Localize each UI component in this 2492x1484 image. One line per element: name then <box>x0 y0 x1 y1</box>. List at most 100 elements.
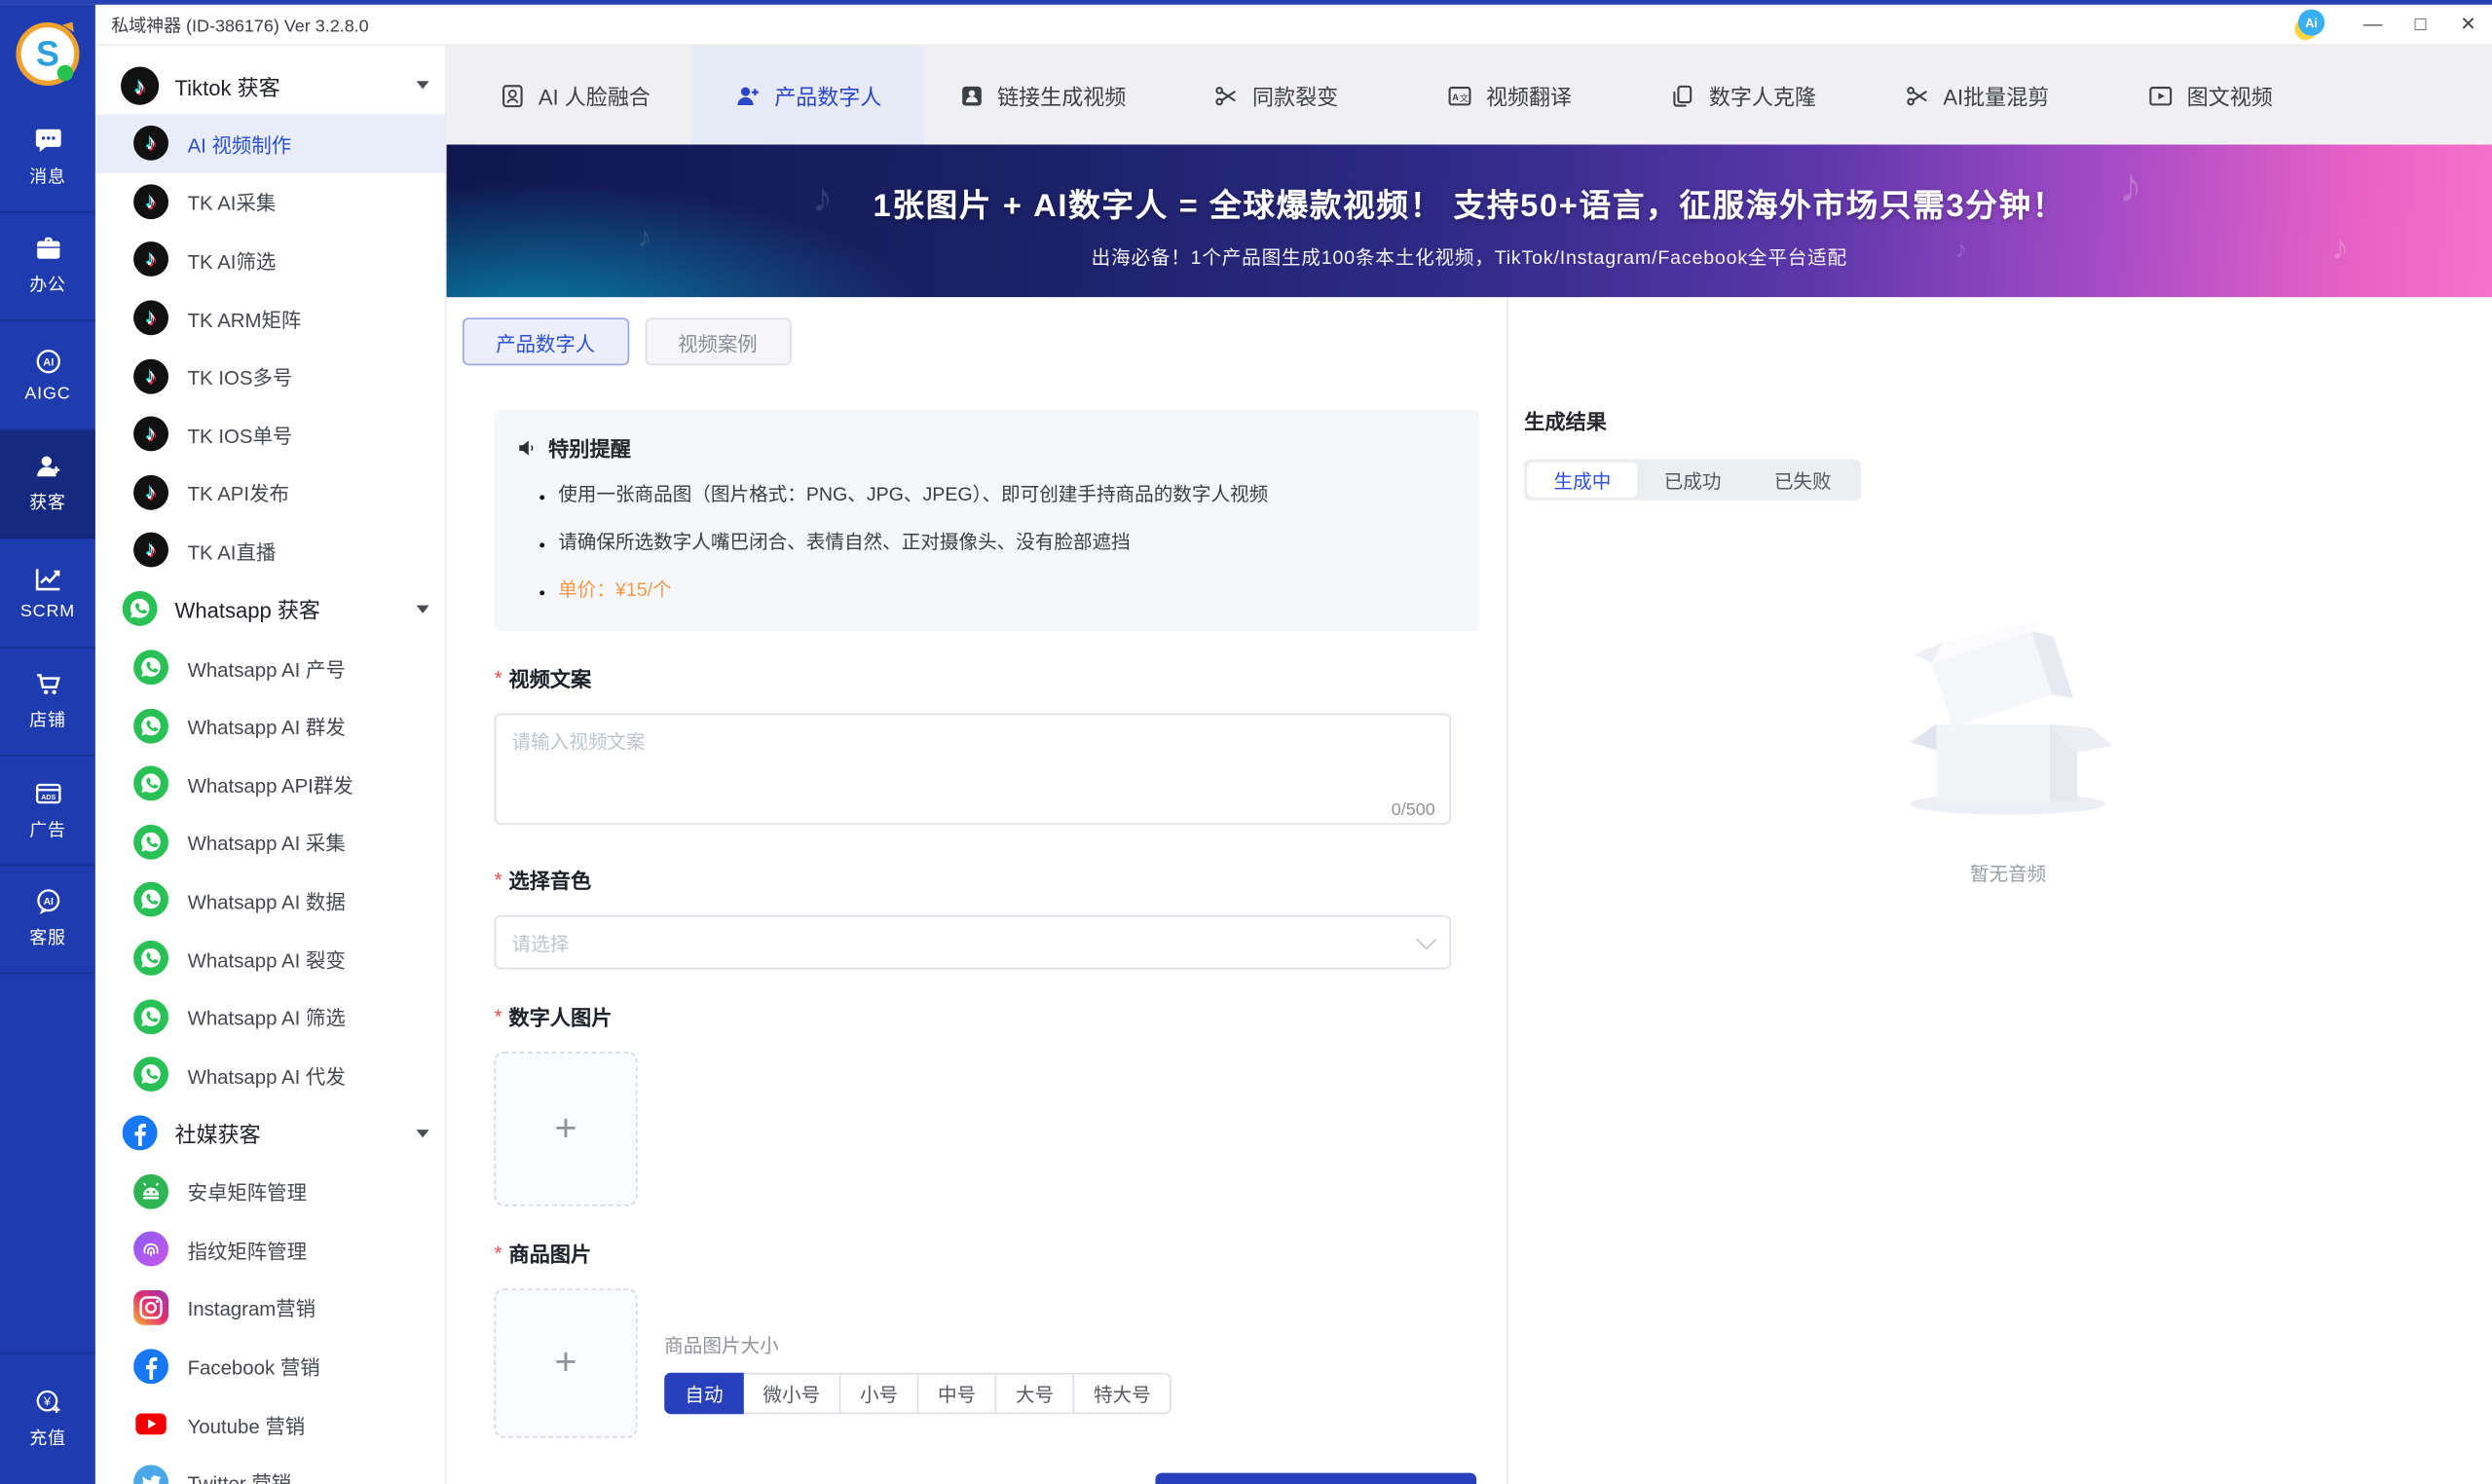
close-button[interactable]: ✕ <box>2444 5 2492 45</box>
minimize-button[interactable]: — <box>2349 5 2397 45</box>
chevron-down-icon <box>417 605 429 612</box>
rail-item-office[interactable]: 办公 <box>0 212 95 321</box>
sidebar-item-wa-filter[interactable]: Whatsapp AI 筛选 <box>95 987 445 1046</box>
whatsapp-icon <box>121 590 159 628</box>
tab-batch-remix[interactable]: AI批量混剪 <box>1859 46 2093 144</box>
line-chart-icon <box>32 564 62 594</box>
sidebar-item-facebook[interactable]: Facebook 营销 <box>95 1337 445 1395</box>
plus-icon: + <box>555 1341 577 1386</box>
results-tab-generating[interactable]: 生成中 <box>1527 463 1637 498</box>
script-textarea[interactable] <box>495 714 1451 825</box>
voice-select[interactable]: 请选择 <box>495 915 1451 969</box>
maximize-button[interactable]: □ <box>2397 5 2444 45</box>
sidebar-section-whatsapp[interactable]: Whatsapp 获客 <box>95 579 445 638</box>
shopping-cart-icon <box>32 669 62 699</box>
sidebar-item-tk-collect[interactable]: ♪ TK AI采集 <box>95 172 445 231</box>
tab-label: 数字人克隆 <box>1709 80 1816 112</box>
results-status-tabs: 生成中 已成功 已失败 <box>1524 460 1861 501</box>
speaker-icon <box>516 436 539 459</box>
whatsapp-icon <box>133 766 168 801</box>
view-tab-product-avatar[interactable]: 产品数字人 <box>463 317 629 365</box>
size-option-medium[interactable]: 中号 <box>917 1373 997 1414</box>
section-header-label: 社媒获客 <box>175 1117 417 1149</box>
sidebar-item-tk-filter[interactable]: ♪ TK AI筛选 <box>95 231 445 289</box>
ai-assistant-avatar[interactable]: Ai <box>2293 8 2326 41</box>
sidebar-item-twitter[interactable]: Twitter 营销 <box>95 1453 445 1484</box>
rail-label: 充值 <box>29 1426 66 1451</box>
banner-subtitle: 出海必备！1个产品图生成100条本土化视频，TikTok/Instagram/F… <box>447 243 2492 271</box>
rail-item-customers[interactable]: 获客 <box>0 429 95 538</box>
rail-label: 店铺 <box>29 708 66 733</box>
sidebar-item-wa-send[interactable]: Whatsapp AI 代发 <box>95 1045 445 1103</box>
product-size-block: 商品图片大小 自动 微小号 小号 中号 大号 特大号 <box>664 1288 1172 1437</box>
sidebar-item-wa-fission[interactable]: Whatsapp AI 裂变 <box>95 929 445 987</box>
size-option-xlarge[interactable]: 特大号 <box>1073 1373 1172 1414</box>
whatsapp-icon <box>133 649 168 685</box>
tab-face-fusion[interactable]: AI 人脸融合 <box>458 46 691 144</box>
script-field-label: * 视频文案 <box>495 662 1451 692</box>
tab-avatar-clone[interactable]: 数字人克隆 <box>1626 46 1860 144</box>
sidebar-item-wa-api-bulk[interactable]: Whatsapp API群发 <box>95 755 445 813</box>
rail-item-ads[interactable]: ADS 广告 <box>0 757 95 866</box>
results-tab-success[interactable]: 已成功 <box>1638 463 1748 498</box>
rail-item-shop[interactable]: 店铺 <box>0 648 95 757</box>
scissors-icon <box>1904 82 1931 109</box>
size-option-tiny[interactable]: 微小号 <box>742 1373 840 1414</box>
sidebar-item-tk-arm[interactable]: ♪ TK ARM矩阵 <box>95 289 445 348</box>
sidebar-item-tk-live[interactable]: ♪ TK AI直播 <box>95 521 445 579</box>
sidebar-item-tk-ios-single[interactable]: ♪ TK IOS单号 <box>95 405 445 464</box>
fingerprint-icon <box>133 1232 168 1267</box>
sidebar-section-tiktok[interactable]: ♪ Tiktok 获客 <box>95 56 445 114</box>
section-header-label: Tiktok 获客 <box>175 69 417 101</box>
tab-product-avatar[interactable]: 产品数字人 <box>691 46 925 144</box>
generate-video-button[interactable]: 开始生成产品数字人视频 <box>1155 1473 1476 1484</box>
rail-spacer <box>0 974 95 1352</box>
whatsapp-icon <box>133 825 168 860</box>
rail-item-messages[interactable]: 消息 <box>0 103 95 212</box>
size-option-auto[interactable]: 自动 <box>664 1373 744 1414</box>
sidebar-item-fingerprint-matrix[interactable]: 指纹矩阵管理 <box>95 1220 445 1279</box>
tab-same-style-fission[interactable]: 同款裂变 <box>1159 46 1393 144</box>
sidebar-item-youtube[interactable]: Youtube 营销 <box>95 1394 445 1453</box>
results-tab-failed[interactable]: 已失败 <box>1748 463 1858 498</box>
sidebar-item-tk-ios-multi[interactable]: ♪ TK IOS多号 <box>95 347 445 405</box>
rail-item-scrm[interactable]: SCRM <box>0 538 95 648</box>
face-fusion-icon <box>499 82 526 109</box>
required-asterisk: * <box>495 1241 502 1264</box>
size-option-large[interactable]: 大号 <box>995 1373 1075 1414</box>
rail-item-recharge[interactable]: ¥ 充值 <box>0 1353 95 1484</box>
sidebar-item-wa-collect[interactable]: Whatsapp AI 采集 <box>95 813 445 872</box>
product-image-upload[interactable]: + <box>495 1288 638 1437</box>
required-asterisk: * <box>495 1004 502 1027</box>
empty-box-illustration <box>1877 599 2139 837</box>
sidebar-item-tk-api[interactable]: ♪ TK API发布 <box>95 464 445 522</box>
sidebar-item-wa-account[interactable]: Whatsapp AI 产号 <box>95 639 445 697</box>
tab-image-text-video[interactable]: 图文视频 <box>2093 46 2326 144</box>
rail-item-service[interactable]: AI 客服 <box>0 865 95 974</box>
rail-label: 办公 <box>29 272 66 297</box>
view-tab-video-examples[interactable]: 视频案例 <box>645 317 791 365</box>
window-title: 私域神器 (ID-386176) Ver 3.2.8.0 <box>95 12 2293 37</box>
sidebar-item-android-matrix[interactable]: 安卓矩阵管理 <box>95 1163 445 1221</box>
tab-label: AI 人脸融合 <box>539 80 651 112</box>
sidebar-item-wa-data[interactable]: Whatsapp AI 数据 <box>95 871 445 929</box>
rail-label: AIGC <box>24 384 70 403</box>
youtube-icon <box>133 1406 168 1441</box>
tab-label: AI批量混剪 <box>1943 80 2049 112</box>
tab-link-to-video[interactable]: 链接生成视频 <box>925 46 1159 144</box>
plus-icon: + <box>555 1106 577 1151</box>
scissors-icon <box>1212 82 1240 109</box>
rail-item-aigc[interactable]: AI AIGC <box>0 321 95 430</box>
sidebar-item-wa-bulk[interactable]: Whatsapp AI 群发 <box>95 696 445 755</box>
play-video-icon <box>2147 82 2175 109</box>
avatar-image-upload[interactable]: + <box>495 1052 638 1206</box>
sidebar-item-ai-video[interactable]: ♪ AI 视频制作 <box>95 114 445 172</box>
bullet-dot-icon: ● <box>539 583 545 606</box>
tab-video-translate[interactable]: A文 视频翻译 <box>1393 46 1626 144</box>
size-option-small[interactable]: 小号 <box>839 1373 919 1414</box>
sidebar-section-social[interactable]: 社媒获客 <box>95 1103 445 1162</box>
notice-title: 特别提醒 <box>548 432 631 463</box>
tiktok-icon: ♪ <box>121 66 159 104</box>
sidebar-item-instagram[interactable]: Instagram营销 <box>95 1279 445 1337</box>
twitter-icon <box>133 1465 168 1484</box>
